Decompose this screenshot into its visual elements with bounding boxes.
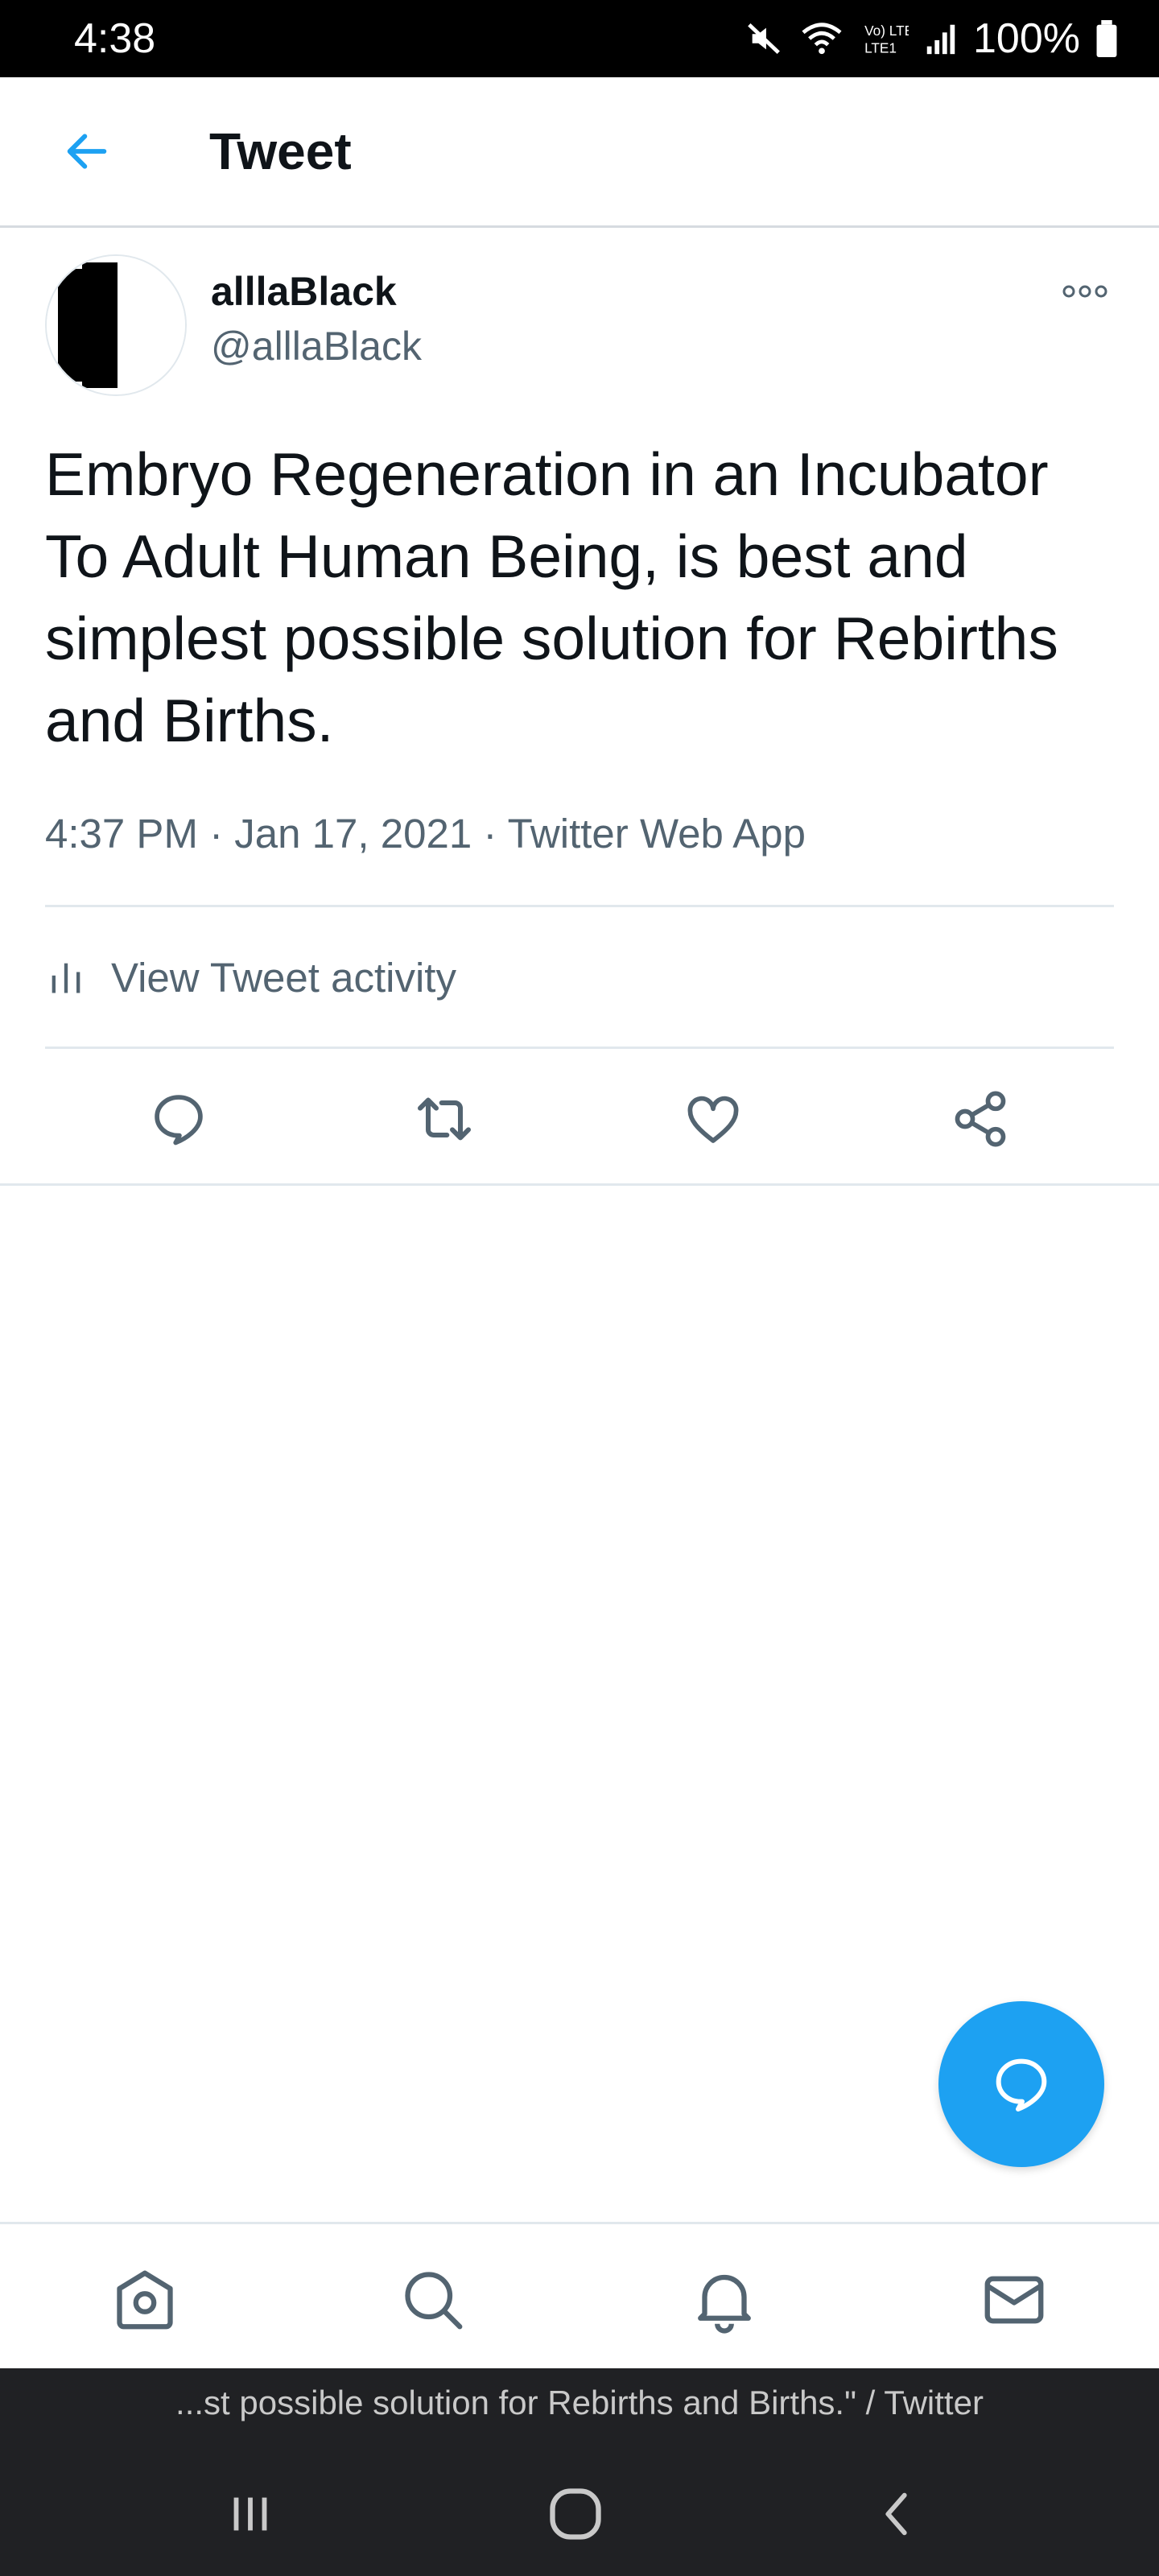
wifi-icon (802, 23, 842, 55)
svg-text:Vo) LTE1: Vo) LTE1 (864, 23, 909, 39)
nav-notifications[interactable] (691, 2266, 758, 2334)
back-button[interactable] (52, 116, 122, 187)
status-bar: 4:38 Vo) LTE1 LTE1 100% (0, 0, 1159, 77)
display-name[interactable]: alllaBlack (211, 266, 397, 317)
meta-separator: · (209, 811, 224, 857)
activity-label: View Tweet activity (111, 954, 456, 1001)
battery-percent: 100% (973, 15, 1080, 62)
header: Tweet (0, 77, 1159, 228)
lte-icon: Vo) LTE1 LTE1 (864, 23, 909, 56)
user-handle[interactable]: @alllaBlack (211, 320, 422, 372)
bottom-nav (0, 2222, 1159, 2371)
more-options-button[interactable] (1059, 274, 1111, 309)
home-icon (117, 2270, 173, 2330)
nav-search[interactable] (399, 2266, 467, 2334)
battery-icon (1096, 20, 1117, 57)
page-title: Tweet (209, 122, 352, 180)
like-icon (687, 1096, 739, 1143)
share-icon (955, 1091, 1006, 1147)
tweet-time: 4:37 PM (45, 811, 198, 857)
more-icon (1062, 285, 1107, 298)
svg-text:LTE1: LTE1 (864, 39, 897, 56)
status-time: 4:38 (74, 15, 156, 62)
mute-icon (748, 23, 780, 54)
home-circle-icon (550, 2488, 601, 2540)
page-title-bar: ...st possible solution for Rebirths and… (0, 2368, 1159, 2438)
tweet-date: Jan 17, 2021 (234, 811, 472, 857)
recent-apps-button[interactable] (214, 2478, 287, 2550)
home-button[interactable] (539, 2478, 612, 2550)
recent-apps-icon (233, 2497, 267, 2531)
reply-icon (996, 2058, 1047, 2112)
compose-reply-button[interactable] (938, 2001, 1104, 2167)
reply-icon (155, 1095, 203, 1146)
reply-button[interactable] (146, 1087, 211, 1151)
view-tweet-activity[interactable]: View Tweet activity (45, 934, 456, 1021)
nav-home[interactable] (111, 2266, 179, 2334)
status-icons: Vo) LTE1 LTE1 100% (746, 14, 1117, 63)
retweet-button[interactable] (412, 1087, 476, 1151)
like-button[interactable] (681, 1087, 745, 1151)
tweet-source[interactable]: Twitter Web App (508, 811, 806, 857)
notifications-icon (698, 2274, 751, 2334)
tweet-meta: 4:37 PM · Jan 17, 2021 · Twitter Web App (45, 805, 806, 863)
avatar-image (47, 256, 185, 394)
search-icon (405, 2272, 463, 2330)
back-nav-button[interactable] (861, 2478, 934, 2550)
meta-separator: · (483, 811, 497, 857)
share-button[interactable] (948, 1087, 1013, 1151)
analytics-icon (52, 963, 80, 993)
signal-icon (926, 24, 955, 55)
system-nav-bar (0, 2438, 1159, 2576)
nav-messages[interactable] (980, 2266, 1048, 2334)
divider (45, 905, 1114, 907)
avatar[interactable] (45, 254, 187, 396)
tweet-actions (0, 1048, 1159, 1186)
messages-icon (984, 2276, 1044, 2324)
arrow-left-icon (67, 134, 107, 169)
tweet-text: Embryo Regeneration in an Incubator To A… (45, 440, 1058, 754)
retweet-icon (418, 1097, 471, 1141)
chevron-left-icon (885, 2492, 907, 2536)
